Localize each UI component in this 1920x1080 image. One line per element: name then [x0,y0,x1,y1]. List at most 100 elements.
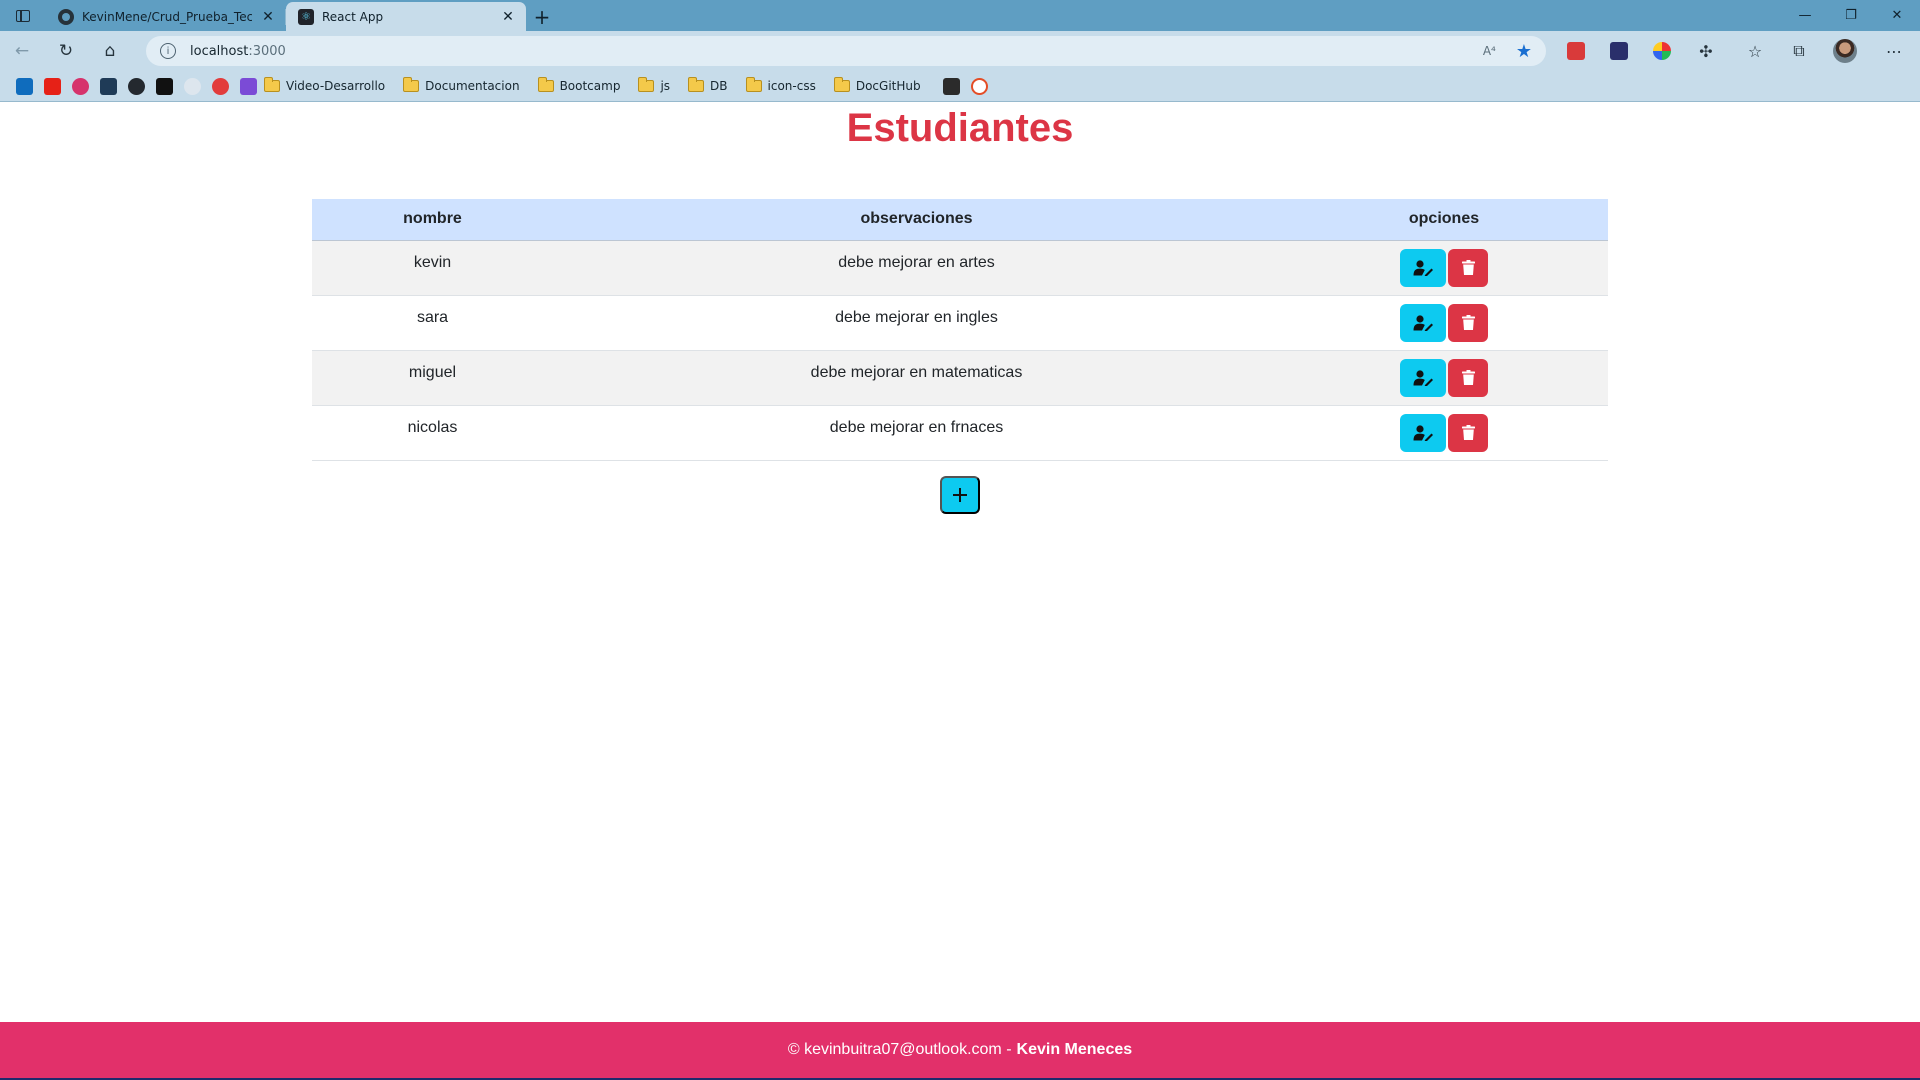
trash-icon [1461,425,1475,440]
edit-button[interactable] [1400,303,1446,342]
bookmark-folder[interactable]: icon-css [745,77,816,93]
user-edit-icon [1413,369,1433,386]
tab-title: React App [322,9,384,24]
bookmark-folder[interactable]: DB [688,77,728,93]
folder-icon [833,77,850,92]
github-bookmark-icon[interactable] [128,77,145,95]
shield-bookmark-icon[interactable] [100,77,117,95]
bookmark-folder[interactable]: Video-Desarrollo [264,77,386,93]
back-button[interactable]: ← [0,31,44,71]
bookmarks-bar: Video-Desarrollo Documentacion Bootcamp … [0,71,1920,102]
footer-email: © kevinbuitra07@outlook.com - [787,1041,1012,1058]
extension-color-icon[interactable] [1646,31,1678,71]
url-text[interactable]: localhost:3000 [190,44,1483,59]
edit-button[interactable] [1400,358,1446,397]
plus-icon [953,488,967,502]
tab-actions-button[interactable] [0,0,46,31]
trash-icon [1461,370,1475,385]
add-student-button[interactable] [940,476,980,514]
address-bar[interactable]: i localhost:3000 A⁴ ★ [146,36,1546,66]
github-icon [58,8,74,25]
bookmark-folder-label: Documentacion [425,79,520,93]
page-title: Estudiantes [846,106,1074,150]
table-row: kevin debe mejorar en artes [312,240,1608,296]
new-tab-button[interactable]: + [526,2,558,31]
favorite-star-icon[interactable]: ★ [1516,41,1532,62]
url-host: localhost [190,43,249,59]
bookmark-folder-label: icon-css [767,79,816,93]
favorites-icon[interactable]: ☆ [1739,31,1771,71]
edit-button[interactable] [1400,248,1446,287]
figma-bookmark-icon[interactable] [240,77,257,95]
header-nombre: nombre [312,199,553,241]
table-row: nicolas debe mejorar en frnaces [312,405,1608,461]
delete-button[interactable] [1448,413,1488,452]
folder-icon [638,77,655,92]
folder-icon [403,77,420,92]
page-content: Estudiantes nombre observaciones opcione… [0,102,1920,1022]
folder-icon [688,77,705,92]
tab-github[interactable]: KevinMene/Crud_Prueba_Tecnica ✕ [46,2,286,31]
cell-nombre: kevin [312,240,553,296]
reload-button[interactable]: ↻ [44,31,88,71]
home-button[interactable]: ⌂ [88,31,132,71]
cell-nombre: nicolas [312,405,553,461]
read-aloud-icon[interactable]: A⁴ [1483,44,1496,58]
cell-opciones [1280,405,1608,461]
codepen-bookmark-icon[interactable] [156,77,173,95]
table-row: miguel debe mejorar en matematicas [312,350,1608,406]
restore-icon[interactable]: ❐ [1828,0,1874,31]
bookmark-folder-label: Bootcamp [559,79,621,93]
close-tab-icon[interactable]: ✕ [260,9,276,25]
folder-icon [745,77,762,92]
edge-e-bookmark-icon[interactable] [970,77,988,95]
bookmark-folder[interactable]: DocGitHub [833,77,921,93]
user-edit-icon [1413,259,1433,276]
header-opciones: opciones [1280,199,1608,241]
tab-react-app[interactable]: ⚛ React App ✕ [286,2,526,31]
browser-tab-bar: KevinMene/Crud_Prueba_Tecnica ✕ ⚛ React … [0,0,1920,31]
react-icon: ⚛ [298,8,314,25]
bookmark-folder[interactable]: Bootcamp [537,77,621,93]
delete-button[interactable] [1448,358,1488,397]
table-header-row: nombre observaciones opciones [312,199,1608,241]
more-menu-icon[interactable]: ⋯ [1878,31,1910,71]
close-window-icon[interactable]: ✕ [1874,0,1920,31]
close-tab-icon[interactable]: ✕ [500,9,516,25]
tab-title: KevinMene/Crud_Prueba_Tecnica [82,9,252,24]
cell-nombre: miguel [312,350,553,406]
trash-icon [1461,315,1475,330]
site-info-icon[interactable]: i [160,43,176,59]
cell-opciones [1280,350,1608,406]
url-port: :3000 [248,43,286,59]
bookmark-folder-label: Video-Desarrollo [286,79,386,93]
terminal-bookmark-icon[interactable] [942,77,960,95]
user-edit-icon [1413,314,1433,331]
delete-button[interactable] [1448,303,1488,342]
table-row: sara debe mejorar en ingles [312,295,1608,351]
edit-button[interactable] [1400,413,1446,452]
counter-bookmark-icon[interactable] [72,77,89,95]
cell-observaciones: debe mejorar en artes [553,240,1280,296]
extensions-icon[interactable]: ✣ [1690,31,1722,71]
extension-dark-icon[interactable] [1603,31,1635,71]
user-edit-icon [1413,424,1433,441]
folder-icon [537,77,554,92]
cell-observaciones: debe mejorar en frnaces [553,405,1280,461]
react-bookmark-icon[interactable] [184,77,201,95]
students-table: nombre observaciones opciones kevin debe… [312,199,1608,461]
stop-bookmark-icon[interactable] [212,77,229,95]
collections-icon[interactable]: ⧉ [1783,31,1815,71]
bookmark-folder-label: DB [710,79,728,93]
delete-button[interactable] [1448,248,1488,287]
bookmark-folder[interactable]: Documentacion [403,77,520,93]
minimize-icon[interactable]: — [1782,0,1828,31]
youtube-bookmark-icon[interactable] [44,77,61,95]
cell-opciones [1280,240,1608,296]
bookmark-folder[interactable]: js [638,77,670,93]
outlook-bookmark-icon[interactable] [16,77,33,95]
profile-avatar[interactable] [1829,31,1861,71]
footer: © kevinbuitra07@outlook.com - Kevin Mene… [0,1022,1920,1078]
header-observaciones: observaciones [553,199,1280,241]
extension-pdf-icon[interactable] [1560,31,1592,71]
